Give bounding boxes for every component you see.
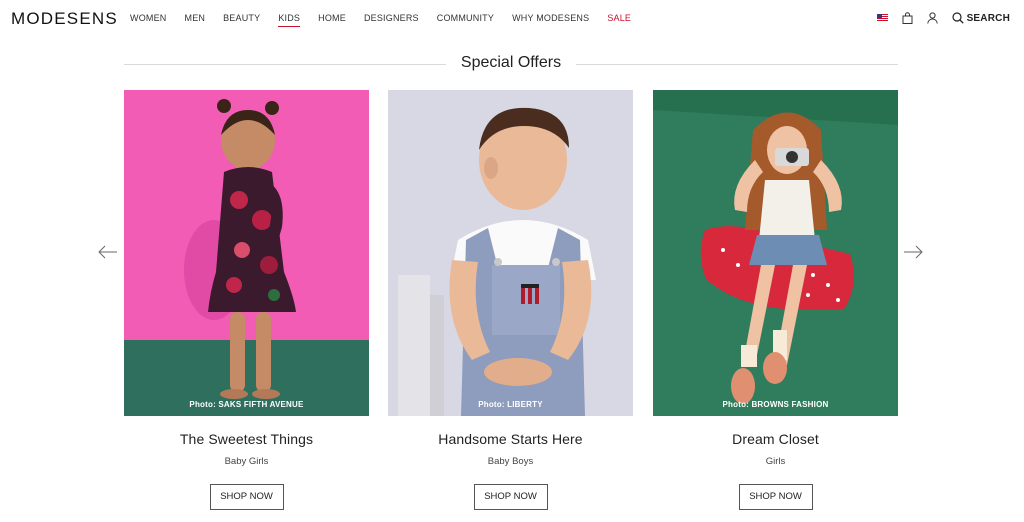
offer-photo-baby-boy[interactable]: Photo: LIBERTY bbox=[388, 90, 633, 416]
offer-subtitle: Baby Girls bbox=[224, 456, 269, 467]
offer-title[interactable]: Dream Closet bbox=[653, 431, 898, 447]
nav-item-home[interactable]: HOME bbox=[318, 13, 346, 23]
main-nav: WOMEN MEN BEAUTY KIDS HOME DESIGNERS COM… bbox=[130, 13, 649, 27]
section-header: Special Offers bbox=[124, 53, 898, 75]
offer-card: Photo: BROWNS FASHION Dream Closet Girls… bbox=[653, 90, 898, 510]
carousel-next-button[interactable] bbox=[903, 244, 923, 260]
photo-credit: Photo: SAKS FIFTH AVENUE bbox=[189, 400, 304, 409]
shop-now-button[interactable]: SHOP NOW bbox=[473, 484, 548, 510]
nav-item-kids[interactable]: KIDS bbox=[278, 13, 300, 27]
header-utilities: SEARCH bbox=[863, 12, 1010, 24]
offer-subtitle: Baby Boys bbox=[487, 456, 534, 467]
divider bbox=[576, 64, 898, 65]
shop-now-button[interactable]: SHOP NOW bbox=[738, 484, 813, 510]
search-icon bbox=[951, 12, 964, 24]
search-button[interactable]: SEARCH bbox=[951, 12, 1010, 24]
nav-item-why-modesens[interactable]: WHY MODESENS bbox=[512, 13, 589, 23]
photo-credit: Photo: LIBERTY bbox=[478, 400, 543, 409]
offer-title[interactable]: The Sweetest Things bbox=[124, 431, 369, 447]
user-icon[interactable] bbox=[926, 12, 938, 24]
site-header: MODESENS WOMEN MEN BEAUTY KIDS HOME DESI… bbox=[0, 0, 1024, 36]
nav-item-sale[interactable]: SALE bbox=[607, 13, 631, 23]
us-flag-icon[interactable] bbox=[876, 14, 888, 22]
arrow-left-icon bbox=[98, 245, 117, 259]
offer-photo-girl[interactable]: Photo: BROWNS FASHION bbox=[653, 90, 898, 416]
carousel-prev-button[interactable] bbox=[98, 244, 118, 260]
search-label: SEARCH bbox=[966, 12, 1010, 24]
section-title: Special Offers bbox=[460, 54, 562, 71]
nav-item-women[interactable]: WOMEN bbox=[130, 13, 167, 23]
nav-item-community[interactable]: COMMUNITY bbox=[437, 13, 494, 23]
offer-card: Photo: SAKS FIFTH AVENUE The Sweetest Th… bbox=[124, 90, 369, 510]
arrow-right-icon bbox=[904, 245, 923, 259]
offer-subtitle: Girls bbox=[765, 456, 786, 467]
bag-icon[interactable] bbox=[902, 12, 913, 24]
nav-item-beauty[interactable]: BEAUTY bbox=[223, 13, 260, 23]
shop-now-button[interactable]: SHOP NOW bbox=[209, 484, 284, 510]
photo-credit: Photo: BROWNS FASHION bbox=[722, 400, 829, 409]
offer-photo-baby-girl[interactable]: Photo: SAKS FIFTH AVENUE bbox=[124, 90, 369, 416]
offer-card: Photo: LIBERTY Handsome Starts Here Baby… bbox=[388, 90, 633, 510]
offer-title[interactable]: Handsome Starts Here bbox=[388, 431, 633, 447]
nav-item-men[interactable]: MEN bbox=[185, 13, 206, 23]
site-logo[interactable]: MODESENS bbox=[11, 9, 118, 29]
nav-item-designers[interactable]: DESIGNERS bbox=[364, 13, 419, 23]
